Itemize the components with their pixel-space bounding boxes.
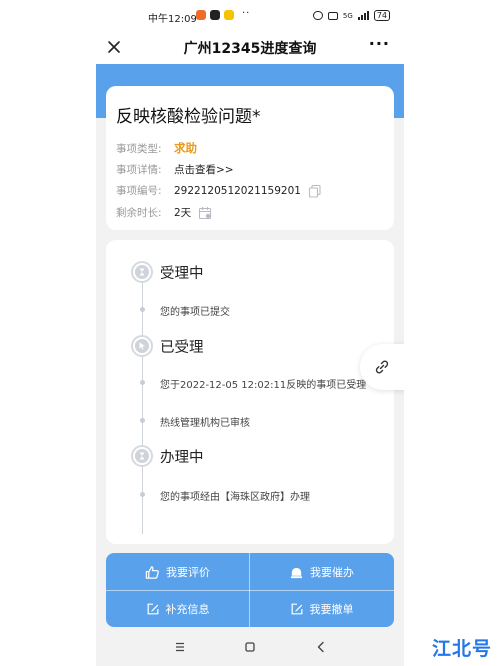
calendar-icon bbox=[199, 206, 212, 219]
status-notification-icons bbox=[196, 10, 234, 20]
link-icon bbox=[375, 360, 389, 374]
rate-button[interactable]: 我要评价 bbox=[106, 554, 249, 590]
timeline-item: 您的事项经由【海珠区政府】办理 bbox=[160, 492, 310, 503]
info-label: 剩余时长: bbox=[116, 207, 162, 219]
page-title: 广州12345进度查询 bbox=[183, 41, 317, 57]
app-notification-icon bbox=[224, 10, 234, 20]
bell-icon bbox=[290, 567, 303, 578]
case-type-value: 求助 bbox=[174, 141, 197, 155]
info-label: 事项编号: bbox=[116, 185, 162, 197]
app-notification-icon bbox=[210, 10, 220, 20]
timeline-item: 您的事项已提交 bbox=[160, 307, 230, 318]
info-row-number: 事项编号: 2922120512021159201 bbox=[116, 183, 322, 198]
signal-icon bbox=[357, 11, 369, 20]
info-row-details: 事项详情: 点击查看>> bbox=[116, 162, 234, 177]
system-nav-bar bbox=[96, 628, 404, 666]
nav-bar: 广州12345进度查询 ··· bbox=[96, 32, 404, 64]
watermark-text: 江北号 bbox=[432, 638, 493, 660]
thumbs-up-icon bbox=[145, 565, 159, 579]
rate-button-label: 我要评价 bbox=[166, 566, 210, 579]
timeline-dot bbox=[140, 307, 145, 312]
action-buttons: 我要评价 我要催办 补充信息 我要撤单 bbox=[106, 553, 394, 627]
status-indicators: 5G 74 bbox=[312, 10, 390, 21]
hourglass-icon bbox=[131, 445, 153, 467]
info-label: 事项类型: bbox=[116, 142, 162, 155]
case-number-value: 2922120512021159201 bbox=[174, 184, 301, 197]
timeline-dot bbox=[140, 418, 145, 423]
timeline-step-heading: 受理中 bbox=[160, 266, 204, 282]
case-info-card: 反映核酸检验问题* 事项类型: 求助 事项详情: 点击查看>> 事项编号: 29… bbox=[106, 86, 394, 230]
supplement-button[interactable]: 补充信息 bbox=[106, 591, 249, 627]
view-details-link[interactable]: 点击查看>> bbox=[174, 162, 234, 177]
remaining-time-value: 2天 bbox=[174, 207, 192, 219]
battery-icon: 74 bbox=[373, 10, 390, 21]
timeline-step-heading: 已受理 bbox=[160, 340, 204, 356]
back-icon[interactable] bbox=[314, 640, 328, 654]
app-notification-icon bbox=[196, 10, 206, 20]
withdraw-button-label: 我要撤单 bbox=[309, 603, 354, 616]
info-label: 事项详情: bbox=[116, 164, 162, 176]
timeline-dot bbox=[140, 380, 145, 385]
network-type: 5G bbox=[342, 11, 353, 20]
supplement-button-label: 补充信息 bbox=[165, 603, 210, 616]
copy-icon[interactable] bbox=[308, 184, 322, 198]
withdraw-button[interactable]: 我要撤单 bbox=[250, 591, 393, 627]
edit-icon bbox=[291, 603, 302, 615]
urge-button-label: 我要催办 bbox=[310, 566, 354, 579]
timeline-item: 热线管理机构已审核 bbox=[160, 418, 250, 429]
info-row-type: 事项类型: 求助 bbox=[116, 140, 197, 156]
status-more-dots: ·· bbox=[242, 8, 251, 19]
more-options-button[interactable]: ··· bbox=[369, 34, 390, 53]
progress-timeline: 受理中 您的事项已提交 已受理 您于2022-12-05 12:02:11反映的… bbox=[106, 240, 394, 544]
phone-screen: 中午12:09 ·· 5G 74 广州12345进度查询 ··· 反映核酸检验问… bbox=[96, 0, 404, 666]
home-icon[interactable] bbox=[243, 640, 257, 654]
status-bar: 中午12:09 ·· 5G 74 bbox=[96, 0, 404, 32]
urge-button[interactable]: 我要催办 bbox=[250, 554, 393, 590]
edit-icon bbox=[147, 603, 158, 615]
case-title: 反映核酸检验问题* bbox=[116, 107, 261, 127]
menu-icon[interactable] bbox=[173, 640, 187, 654]
cursor-icon bbox=[131, 335, 153, 357]
share-link-button[interactable] bbox=[360, 344, 404, 390]
status-time: 中午12:09 bbox=[148, 14, 197, 25]
alarm-icon bbox=[312, 11, 323, 20]
timeline-dot bbox=[140, 492, 145, 497]
hd-icon bbox=[327, 11, 338, 20]
info-row-remaining: 剩余时长: 2天 bbox=[116, 205, 212, 220]
hourglass-icon bbox=[131, 261, 153, 283]
timeline-item: 您于2022-12-05 12:02:11反映的事项已受理 bbox=[160, 380, 367, 391]
timeline-step-heading: 办理中 bbox=[160, 450, 204, 466]
